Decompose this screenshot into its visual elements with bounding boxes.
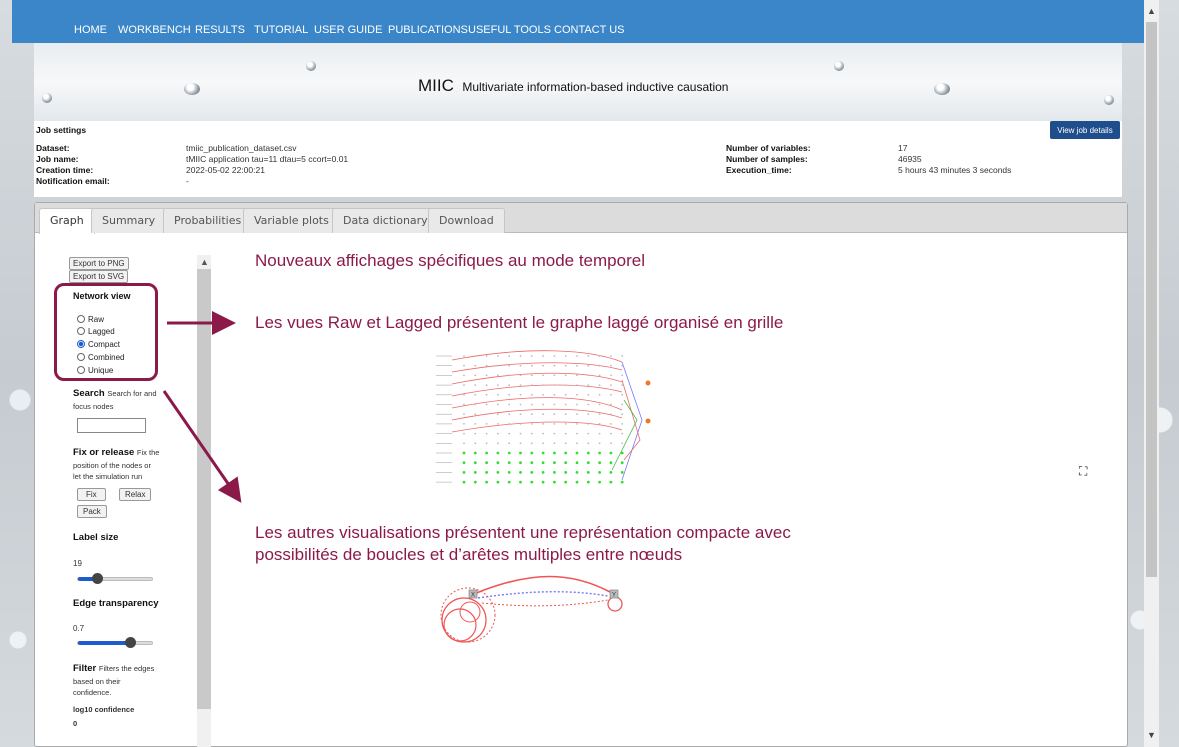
chevron-down-icon[interactable]: ▼ [1147, 730, 1156, 740]
network-view-highlight [54, 283, 158, 381]
chevron-up-icon[interactable]: ▲ [1147, 6, 1156, 16]
annotation-raw-lagged: Les vues Raw et Lagged présentent le gra… [255, 313, 784, 332]
tab-data-dictionary[interactable]: Data dictionary [332, 208, 439, 233]
tab-graph[interactable]: Graph [39, 208, 95, 234]
variables-value: 17 [898, 143, 908, 153]
label-size-value: 19 [73, 559, 82, 568]
search-nodes-input[interactable] [77, 418, 146, 433]
fix-release-heading-text: Fix or release [73, 447, 135, 458]
creation-time-label: Creation time: [36, 165, 94, 175]
nav-tutorial[interactable]: TUTORIAL [254, 24, 308, 36]
nav-workbench[interactable]: WORKBENCH [118, 24, 191, 36]
banner: MIIC Multivariate information-based indu… [34, 43, 1122, 121]
creation-time-value: 2022-05-02 22:00:21 [186, 165, 265, 175]
fix-hint-line3: let the simulation run [73, 472, 143, 481]
fix-hint: Fix the [136, 448, 160, 457]
notification-email-value: - [186, 176, 189, 186]
edge-transparency-heading: Edge transparency [73, 598, 159, 609]
nav-contact-us[interactable]: CONTACT US [554, 24, 625, 36]
annotation-temporal-modes: Nouveaux affichages spécifiques au mode … [255, 251, 645, 270]
filter-hint: Filters the edges [98, 664, 155, 673]
filter-heading: Filter Filters the edges [73, 663, 154, 674]
annotation-compact-line2: possibilités de boucles et d’arêtes mult… [255, 545, 683, 564]
droplet-decoration [42, 93, 52, 103]
annotation-compact-line1: Les autres visualisations présentent une… [255, 523, 791, 542]
edge-transparency-slider[interactable] [77, 637, 153, 648]
job-settings-heading: Job settings [36, 125, 87, 135]
execution-time-value: 5 hours 43 minutes 3 seconds [898, 165, 1012, 175]
page-scrollbar[interactable]: ▲ ▼ [1144, 0, 1159, 747]
sidebar-scrollbar[interactable]: ▲ [197, 255, 211, 747]
results-panel: Graph Summary Probabilities Variable plo… [34, 202, 1128, 747]
filter-heading-text: Filter [73, 663, 97, 674]
notification-email-label: Notification email: [36, 176, 110, 186]
slider-fill [78, 641, 130, 645]
page-scroll-thumb[interactable] [1146, 22, 1157, 577]
view-job-details-button[interactable]: View job details [1050, 121, 1120, 139]
edge-transparency-value: 0.7 [73, 624, 85, 633]
droplet-decoration [1104, 95, 1114, 105]
label-size-heading: Label size [73, 532, 119, 543]
nav-publications[interactable]: PUBLICATIONS [388, 24, 468, 36]
samples-value: 46935 [898, 154, 922, 164]
execution-time-label: Execution_time: [726, 165, 792, 175]
app-subtitle: Multivariate information-based inductive… [462, 80, 729, 94]
page: HOME WORKBENCH RESULTS TUTORIAL USER GUI… [12, 0, 1144, 747]
search-heading: Search Search for and [73, 388, 157, 399]
droplet-decoration [834, 61, 844, 71]
fix-release-heading: Fix or release Fix the [73, 447, 159, 458]
log10-confidence-value: 0 [73, 719, 78, 728]
tab-probabilities[interactable]: Probabilities [163, 208, 253, 233]
pack-button[interactable]: Pack [77, 505, 107, 518]
droplet-decoration [306, 61, 316, 71]
nav-results[interactable]: RESULTS [195, 24, 245, 36]
filter-hint-line2: based on their [73, 677, 121, 686]
job-name-label: Job name: [36, 154, 79, 164]
export-png-button[interactable]: Export to PNG [69, 257, 129, 270]
slider-handle[interactable] [91, 573, 103, 584]
job-settings: Job settings View job details Dataset: J… [34, 121, 1122, 197]
samples-label: Number of samples: [726, 154, 808, 164]
nav-useful-tools[interactable]: USEFUL TOOLS [468, 24, 551, 36]
search-hint: Search for and [107, 389, 157, 398]
app-name: MIIC [418, 76, 454, 95]
fix-button[interactable]: Fix [77, 488, 106, 501]
nav-home[interactable]: HOME [74, 24, 107, 36]
sidebar-scroll-thumb[interactable] [197, 269, 211, 709]
job-name-value: tMIIC application tau=11 dtau=5 ccort=0.… [186, 154, 349, 164]
chevron-up-icon[interactable]: ▲ [200, 257, 209, 267]
droplet-decoration [184, 83, 200, 95]
label-size-slider[interactable] [77, 573, 153, 584]
tab-download[interactable]: Download [428, 208, 505, 233]
relax-button[interactable]: Relax [119, 488, 152, 501]
filter-hint-line3: confidence. [73, 688, 112, 697]
search-hint-cont: focus nodes [73, 402, 114, 411]
dataset-value: tmiic_publication_dataset.csv [186, 143, 297, 153]
search-heading-text: Search [73, 388, 105, 399]
tab-bar: Graph Summary Probabilities Variable plo… [35, 203, 1127, 234]
banner-title: MIIC Multivariate information-based indu… [418, 76, 728, 96]
slider-handle[interactable] [124, 637, 136, 648]
top-nav: HOME WORKBENCH RESULTS TUTORIAL USER GUI… [12, 0, 1144, 43]
nav-user-guide[interactable]: USER GUIDE [314, 24, 382, 36]
droplet-decoration [934, 83, 950, 95]
fullscreen-icon[interactable]: ⛶ [1079, 464, 1087, 479]
export-svg-button[interactable]: Export to SVG [69, 270, 129, 283]
tab-summary[interactable]: Summary [91, 208, 167, 233]
dataset-label: Dataset: [36, 143, 70, 153]
log10-confidence-label: log10 confidence [73, 705, 135, 714]
tab-variable-plots[interactable]: Variable plots [243, 208, 340, 233]
variables-label: Number of variables: [726, 143, 811, 153]
fix-hint-line2: position of the nodes or [73, 461, 151, 470]
